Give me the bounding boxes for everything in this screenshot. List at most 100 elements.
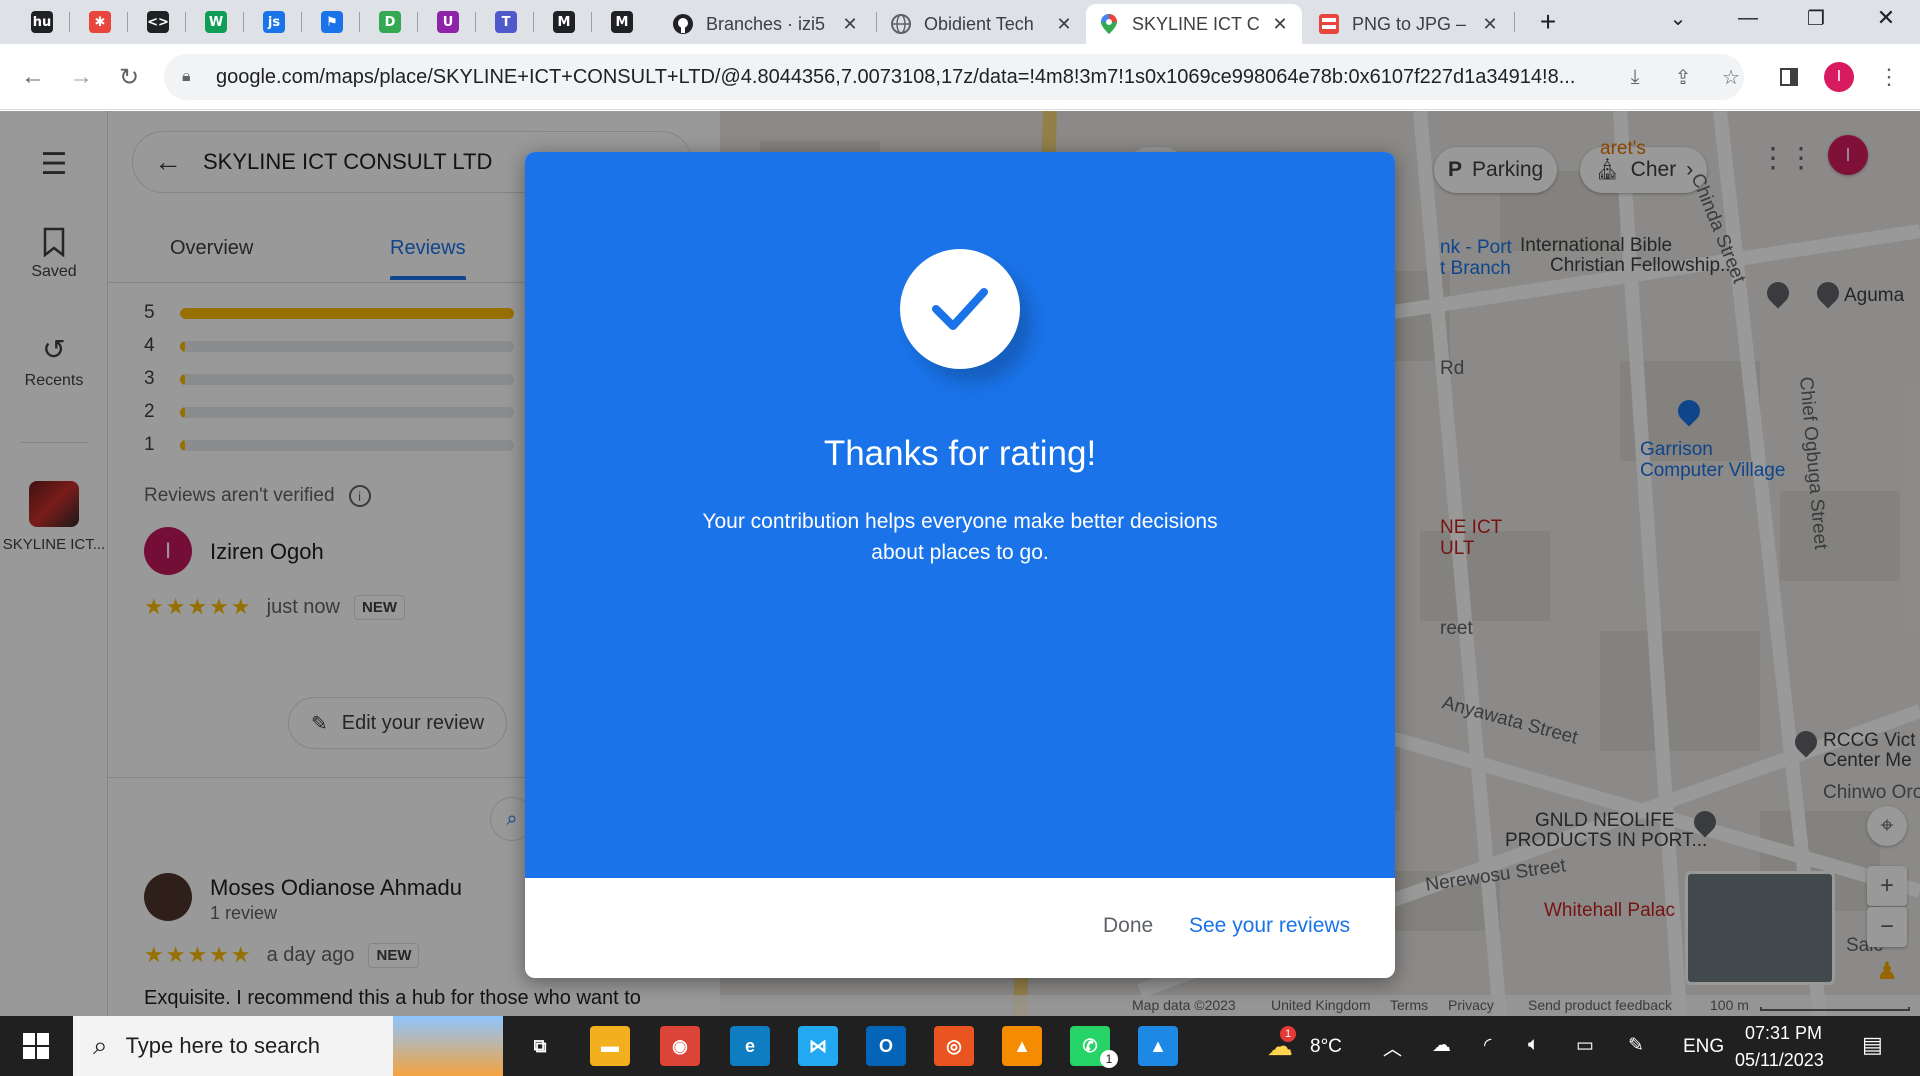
windows-logo-icon xyxy=(23,1033,49,1059)
tab-separator xyxy=(127,12,128,32)
whatsapp-badge: 1 xyxy=(1100,1050,1118,1068)
checkmark-icon xyxy=(900,249,1020,369)
taskbar-search-box[interactable]: ⌕ Type here to search xyxy=(73,1016,503,1076)
tab-separator xyxy=(475,12,476,32)
onedrive-icon[interactable]: ☁ xyxy=(1432,1034,1451,1057)
back-arrow-icon[interactable]: ← xyxy=(14,58,52,96)
wifi-icon[interactable]: ◜ xyxy=(1484,1034,1491,1057)
clock-time[interactable]: 07:31 PM xyxy=(1745,1023,1822,1044)
task-view-icon[interactable]: ⧉ xyxy=(520,1026,560,1066)
forward-arrow-icon[interactable]: → xyxy=(62,58,100,96)
thanks-dialog: Thanks for rating! Your contribution hel… xyxy=(525,152,1395,978)
done-button[interactable]: Done xyxy=(1103,914,1153,938)
search-highlight-image xyxy=(393,1016,503,1076)
pinned-tab[interactable]: hu xyxy=(22,6,62,38)
tab-separator xyxy=(359,12,360,32)
github-icon xyxy=(672,13,694,35)
close-icon[interactable]: ✕ xyxy=(1054,14,1074,35)
tab-separator xyxy=(417,12,418,32)
search-placeholder[interactable]: Type here to search xyxy=(126,1033,320,1059)
search-icon: ⌕ xyxy=(93,1030,108,1060)
volume-icon[interactable]: 🔈︎ xyxy=(1528,1034,1539,1056)
tab-skyline-maps[interactable]: SKYLINE ICT C ✕ xyxy=(1086,4,1302,44)
tag-icon: <> xyxy=(147,11,169,33)
dialog-title: Thanks for rating! xyxy=(823,434,1097,473)
tab-title: Obidient Tech xyxy=(924,13,1034,34)
u-icon: U xyxy=(437,11,459,33)
start-button[interactable] xyxy=(0,1016,72,1076)
restore-button[interactable]: ❐ xyxy=(1788,0,1844,36)
tab-obidient-tech[interactable]: Obidient Tech ✕ xyxy=(878,4,1086,44)
tab-title: PNG to JPG – xyxy=(1352,13,1467,34)
minimize-button[interactable]: — xyxy=(1720,0,1776,36)
tab-title: SKYLINE ICT C xyxy=(1132,13,1260,34)
chevron-up-icon[interactable]: ︿ xyxy=(1383,1034,1402,1061)
tab-separator xyxy=(301,12,302,32)
edge-icon[interactable]: e xyxy=(730,1026,770,1066)
tab-separator xyxy=(876,12,877,32)
d-icon: D xyxy=(379,11,401,33)
side-panel-icon[interactable] xyxy=(1770,58,1808,96)
tab-search-chevron-icon[interactable]: ⌄ xyxy=(1650,0,1706,36)
pinned-tab[interactable]: U xyxy=(428,6,468,38)
reload-icon[interactable]: ↻ xyxy=(110,58,148,96)
close-icon[interactable]: ✕ xyxy=(1480,14,1500,35)
menu-kebab-icon[interactable]: ⋮ xyxy=(1870,58,1908,96)
dialog-banner: Thanks for rating! Your contribution hel… xyxy=(525,152,1395,878)
pinned-tab[interactable]: ✱ xyxy=(80,6,120,38)
chrome-icon[interactable]: ◉ xyxy=(660,1026,700,1066)
vscode-icon[interactable]: ⋈ xyxy=(798,1026,838,1066)
tab-separator xyxy=(591,12,592,32)
hu-icon: hu xyxy=(31,11,53,33)
new-tab-button[interactable]: + xyxy=(1520,4,1576,40)
png-jpg-icon xyxy=(1318,13,1340,35)
share-icon[interactable]: ⇪ xyxy=(1670,64,1696,90)
ubuntu-icon[interactable]: ◎ xyxy=(934,1026,974,1066)
tab-separator xyxy=(1514,12,1515,32)
tab-title: Branches · izi5 xyxy=(706,13,826,34)
dialog-message: Your contribution helps everyone make be… xyxy=(702,510,1218,564)
language-indicator[interactable]: ENG xyxy=(1683,1036,1724,1058)
close-window-button[interactable]: ✕ xyxy=(1858,0,1914,36)
pinned-tab[interactable]: T xyxy=(486,6,526,38)
tab-separator xyxy=(533,12,534,32)
install-icon[interactable]: ⤓ xyxy=(1622,64,1648,90)
lock-icon[interactable]: 🔒︎ xyxy=(182,68,204,86)
pinned-tab[interactable]: <> xyxy=(138,6,178,38)
pinned-tab[interactable]: W xyxy=(196,6,236,38)
url-text[interactable]: google.com/maps/place/SKYLINE+ICT+CONSUL… xyxy=(216,66,1596,89)
close-icon[interactable]: ✕ xyxy=(1270,14,1290,35)
teams-icon: T xyxy=(495,11,517,33)
tab-png-to-jpg[interactable]: PNG to JPG – ✕ xyxy=(1306,4,1512,44)
maps-pin-icon xyxy=(1098,13,1120,35)
photos-icon[interactable]: ▲ xyxy=(1138,1026,1178,1066)
medium-icon: M xyxy=(553,11,575,33)
weather-temp[interactable]: 8°C xyxy=(1310,1036,1342,1058)
medium-icon-2: M xyxy=(611,11,633,33)
pinned-tab[interactable]: M xyxy=(544,6,584,38)
vlc-icon[interactable]: ▲ xyxy=(1002,1026,1042,1066)
notifications-icon[interactable]: ▤ xyxy=(1862,1032,1883,1058)
pinned-tab[interactable]: ⚑ xyxy=(312,6,352,38)
file-explorer-icon[interactable]: ▬ xyxy=(590,1026,630,1066)
address-bar[interactable]: 🔒︎ google.com/maps/place/SKYLINE+ICT+CON… xyxy=(164,54,1744,100)
browser-tab-strip: hu ✱ <> Wjs ⚑ D U T M M Branches · izi5 ✕ Obidien… xyxy=(0,0,1920,44)
profile-avatar[interactable]: I xyxy=(1820,58,1858,96)
outlook-icon[interactable]: O xyxy=(866,1026,906,1066)
tab-separator xyxy=(69,12,70,32)
battery-icon[interactable]: ▭ xyxy=(1576,1034,1594,1057)
puzzle-icon: ✱ xyxy=(89,11,111,33)
tab-github-branches[interactable]: Branches · izi5 ✕ xyxy=(660,4,872,44)
windows-taskbar: ⌕ Type here to search ⧉ ▬ ◉ e ⋈ O ◎ ▲ ✆ ▲ 1 ☁ 1 8°… xyxy=(0,1016,1920,1076)
see-your-reviews-button[interactable]: See your reviews xyxy=(1189,914,1350,938)
close-icon[interactable]: ✕ xyxy=(840,14,860,35)
pinned-tab[interactable]: D xyxy=(370,6,410,38)
flag-icon: ⚑ xyxy=(321,11,343,33)
pinned-tab[interactable]: js xyxy=(254,6,294,38)
browser-toolbar: ← → ↻ 🔒︎ google.com/maps/place/SKYLINE+I… xyxy=(0,44,1920,110)
pen-icon[interactable]: ✎ xyxy=(1628,1034,1644,1057)
js-icon: js xyxy=(263,11,285,33)
clock-date[interactable]: 05/11/2023 xyxy=(1735,1050,1824,1071)
pinned-tab[interactable]: M xyxy=(602,6,642,38)
bookmark-star-icon[interactable]: ☆ xyxy=(1718,64,1744,90)
